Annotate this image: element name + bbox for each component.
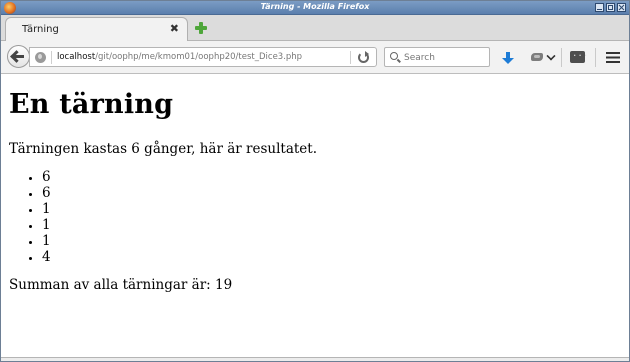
search-input[interactable] bbox=[404, 51, 486, 64]
navigation-toolbar: localhost/git/oophp/me/kmom01/oophp20/te… bbox=[1, 41, 629, 74]
list-item: 6 bbox=[42, 185, 51, 201]
page-title: En tärning bbox=[9, 89, 174, 120]
url-divider bbox=[51, 51, 52, 64]
url-bar[interactable]: localhost/git/oophp/me/kmom01/oophp20/te… bbox=[29, 47, 377, 67]
url-host: localhost bbox=[57, 52, 96, 62]
url-text[interactable]: localhost/git/oophp/me/kmom01/oophp20/te… bbox=[57, 52, 302, 62]
reload-divider bbox=[350, 51, 351, 64]
hamburger-menu-icon[interactable] bbox=[606, 52, 620, 63]
list-item: 1 bbox=[42, 201, 51, 217]
devtools-icon[interactable] bbox=[570, 49, 588, 63]
list-item: 4 bbox=[42, 249, 51, 265]
chevron-down-icon[interactable] bbox=[546, 51, 556, 61]
new-tab-plus-icon[interactable] bbox=[195, 22, 207, 34]
tab-label: Tärning bbox=[22, 24, 59, 35]
list-item: 1 bbox=[42, 217, 51, 233]
window-title: Tärning - Mozilla Firefox bbox=[260, 2, 370, 11]
search-icon[interactable] bbox=[390, 52, 398, 60]
reload-icon[interactable] bbox=[358, 51, 369, 63]
sum-text: Summan av alla tärningar är: 19 bbox=[9, 277, 233, 293]
dice-results-list: 6 6 1 1 1 4 bbox=[42, 169, 51, 265]
back-arrow-icon[interactable] bbox=[7, 45, 30, 68]
url-path: /git/oophp/me/kmom01/oophp20/test_Dice3.… bbox=[95, 52, 303, 62]
close-window-button[interactable] bbox=[617, 3, 626, 12]
addon-icon[interactable] bbox=[531, 53, 543, 61]
minimize-button[interactable] bbox=[595, 3, 604, 12]
toolbar-divider bbox=[561, 48, 562, 67]
intro-text: Tärningen kastas 6 gånger, här är result… bbox=[9, 141, 318, 157]
globe-icon[interactable] bbox=[35, 52, 46, 63]
maximize-button[interactable] bbox=[606, 3, 615, 12]
list-item: 1 bbox=[42, 233, 51, 249]
browser-window: Tärning - Mozilla Firefox Tärning ✖ loca… bbox=[0, 0, 630, 362]
tab-strip: Tärning ✖ bbox=[1, 15, 629, 41]
toolbar-divider bbox=[595, 48, 596, 67]
download-arrow-icon[interactable] bbox=[502, 52, 514, 66]
bottom-border bbox=[1, 357, 629, 361]
search-box[interactable] bbox=[384, 47, 490, 67]
title-bar: Tärning - Mozilla Firefox bbox=[1, 1, 629, 15]
list-item: 6 bbox=[42, 169, 51, 185]
page-content: En tärning Tärningen kastas 6 gånger, hä… bbox=[1, 75, 629, 359]
close-tab-icon[interactable]: ✖ bbox=[170, 23, 179, 35]
tab-tarning[interactable]: Tärning ✖ bbox=[5, 17, 188, 41]
